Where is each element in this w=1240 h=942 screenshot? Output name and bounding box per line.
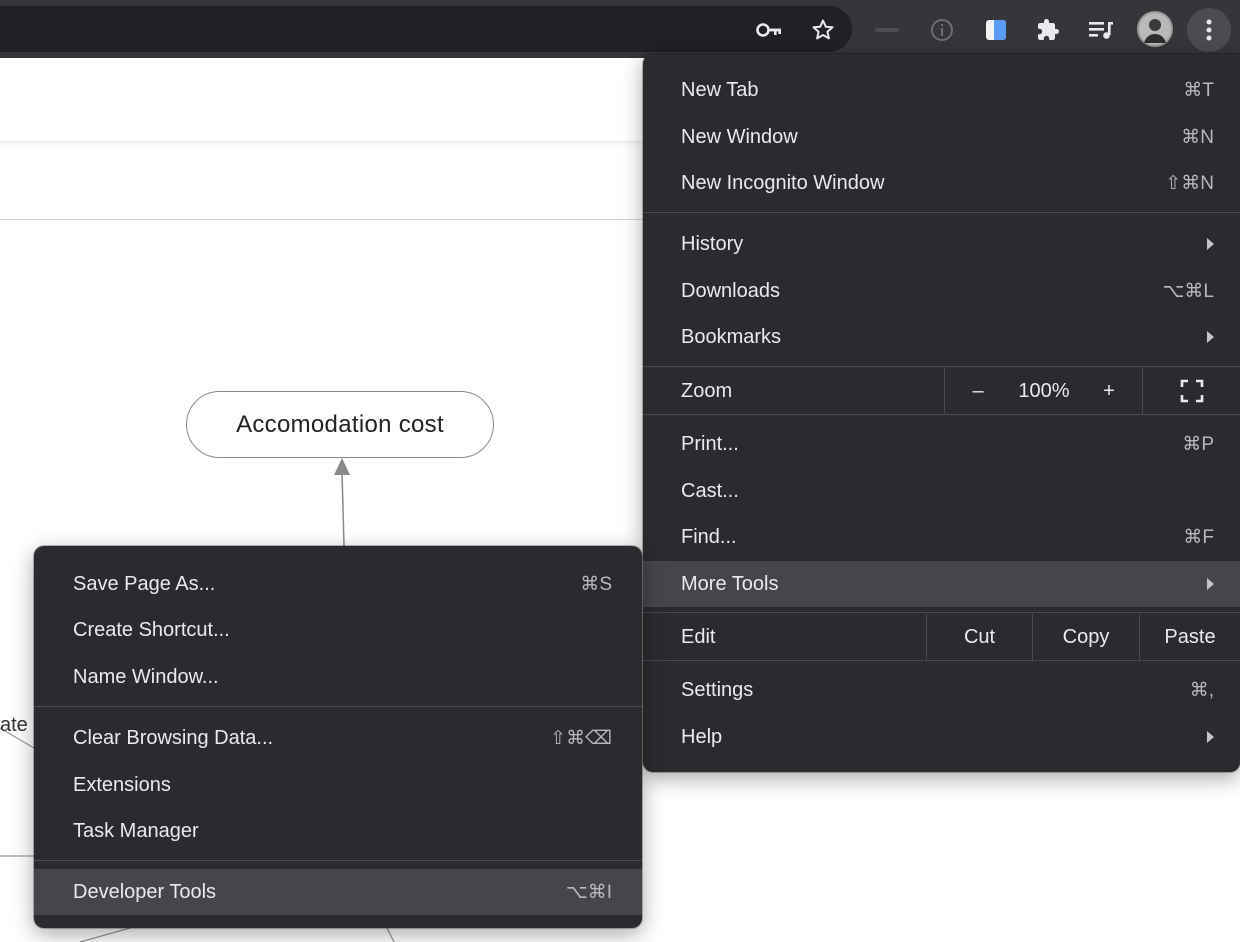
edit-row: Edit Cut Copy Paste — [643, 614, 1240, 660]
menu-item-save-page-as[interactable]: Save Page As... ⌘S — [34, 561, 642, 607]
fullscreen-icon[interactable] — [1180, 379, 1204, 403]
menu-item-settings[interactable]: Settings ⌘, — [643, 667, 1240, 713]
menu-item-new-tab[interactable]: New Tab ⌘T — [643, 67, 1240, 113]
diagram-edge — [341, 471, 345, 547]
submenu-arrow-icon — [1207, 331, 1214, 343]
diagram-node-partial-label: ate — [0, 714, 28, 736]
menu-item-task-manager[interactable]: Task Manager — [34, 808, 642, 854]
submenu-arrow-icon — [1207, 731, 1214, 743]
browser-toolbar — [0, 0, 1240, 58]
menu-separator — [34, 706, 642, 707]
menu-item-new-window[interactable]: New Window ⌘N — [643, 114, 1240, 160]
menu-item-create-shortcut[interactable]: Create Shortcut... — [34, 607, 642, 653]
edge-arrowhead — [334, 458, 350, 475]
zoom-row: Zoom – 100% + — [643, 368, 1240, 414]
menu-item-more-tools[interactable]: More Tools — [643, 561, 1240, 607]
menu-separator — [34, 860, 642, 861]
diagram-edge — [79, 927, 131, 942]
menu-item-extensions[interactable]: Extensions — [34, 762, 642, 808]
menu-separator — [643, 414, 1240, 415]
submenu-arrow-icon — [1207, 578, 1214, 590]
zoom-level: 100% — [1018, 379, 1070, 402]
menu-item-find[interactable]: Find... ⌘F — [643, 514, 1240, 560]
submenu-arrow-icon — [1207, 238, 1214, 250]
menu-item-clear-browsing-data[interactable]: Clear Browsing Data... ⇧⌘⌫ — [34, 715, 642, 761]
zoom-out-button[interactable]: – — [967, 380, 989, 403]
zoom-label: Zoom — [681, 379, 733, 402]
menu-item-help[interactable]: Help — [643, 714, 1240, 760]
menu-item-new-incognito-window[interactable]: New Incognito Window ⇧⌘N — [643, 160, 1240, 206]
diagram-node-accomodation-cost[interactable]: Accomodation cost — [186, 391, 494, 458]
diagram-edge — [385, 925, 395, 942]
chrome-main-menu: New Tab ⌘T New Window ⌘N New Incognito W… — [643, 54, 1240, 772]
media-queue-icon[interactable] — [1086, 16, 1116, 44]
menu-item-history[interactable]: History — [643, 221, 1240, 267]
address-bar[interactable] — [0, 6, 852, 52]
menu-item-print[interactable]: Print... ⌘P — [643, 421, 1240, 467]
avatar[interactable] — [1137, 11, 1173, 47]
key-icon[interactable] — [754, 16, 784, 44]
menu-item-developer-tools[interactable]: Developer Tools ⌥⌘I — [34, 869, 642, 915]
zoom-in-button[interactable]: + — [1098, 380, 1120, 403]
notes-extension-icon[interactable] — [982, 16, 1010, 44]
info-icon[interactable] — [928, 16, 956, 44]
menu-separator — [643, 366, 1240, 367]
node-label: Accomodation cost — [236, 410, 444, 438]
paste-button[interactable]: Paste — [1140, 626, 1240, 649]
puzzle-icon[interactable] — [1034, 16, 1062, 44]
menu-item-name-window[interactable]: Name Window... — [34, 654, 642, 700]
copy-button[interactable]: Copy — [1033, 626, 1139, 649]
more-tools-submenu: Save Page As... ⌘S Create Shortcut... Na… — [34, 546, 642, 928]
menu-item-bookmarks[interactable]: Bookmarks — [643, 314, 1240, 360]
kebab-menu-icon[interactable] — [1187, 8, 1231, 52]
dim-extension-icon[interactable] — [872, 16, 902, 44]
menu-separator — [643, 660, 1240, 661]
edit-label: Edit — [681, 625, 716, 648]
menu-separator — [643, 212, 1240, 213]
menu-item-downloads[interactable]: Downloads ⌥⌘L — [643, 268, 1240, 314]
menu-separator — [643, 612, 1240, 613]
cut-button[interactable]: Cut — [927, 626, 1032, 649]
menu-item-cast[interactable]: Cast... — [643, 468, 1240, 514]
bookmark-star-icon[interactable] — [808, 15, 838, 45]
